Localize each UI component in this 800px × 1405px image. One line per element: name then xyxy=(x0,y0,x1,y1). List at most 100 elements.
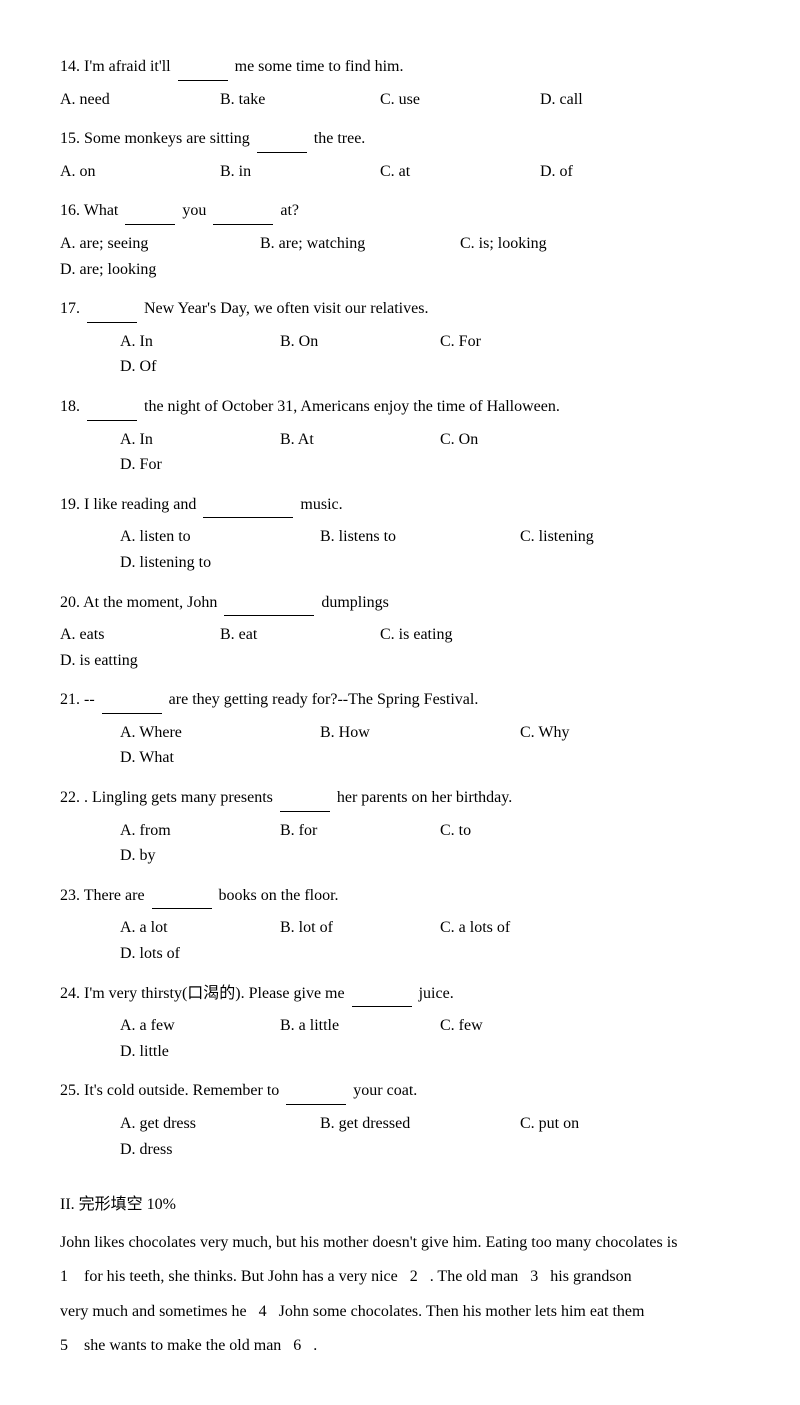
q17-options: A. In B. On C. For D. Of xyxy=(60,329,740,380)
q21-opt-d: D. What xyxy=(120,745,320,771)
q20-opt-b: B. eat xyxy=(220,622,380,648)
q15-rest: the tree. xyxy=(314,130,366,147)
q23-opt-b: B. lot of xyxy=(280,915,440,941)
q18-opt-a: A. In xyxy=(120,427,280,453)
passage-text-1: John likes chocolates very much, but his… xyxy=(60,1234,677,1251)
q21-opt-b: B. How xyxy=(320,720,520,746)
q18-text: 18. xyxy=(60,398,80,415)
q24-options: A. a few B. a little C. few D. little xyxy=(60,1013,740,1064)
blank-num-2: 2 xyxy=(410,1268,418,1285)
question-22: 22. . Lingling gets many presents her pa… xyxy=(60,785,740,812)
q22-opt-a: A. from xyxy=(120,818,280,844)
q25-opt-b: B. get dressed xyxy=(320,1111,520,1137)
q23-options: A. a lot B. lot of C. a lots of D. lots … xyxy=(60,915,740,966)
q15-blank xyxy=(257,126,307,153)
q20-opt-d: D. is eatting xyxy=(60,648,260,674)
question-18: 18. the night of October 31, Americans e… xyxy=(60,394,740,421)
q19-text: 19. I like reading and xyxy=(60,496,196,513)
q22-blank xyxy=(280,785,330,812)
question-25: 25. It's cold outside. Remember to your … xyxy=(60,1078,740,1105)
q18-blank xyxy=(87,394,137,421)
q22-options: A. from B. for C. to D. by xyxy=(60,818,740,869)
q16-blank1 xyxy=(125,198,175,225)
q19-options: A. listen to B. listens to C. listening … xyxy=(60,524,740,575)
q22-opt-b: B. for xyxy=(280,818,440,844)
q20-text: 20. At the moment, John xyxy=(60,594,217,611)
q14-options: A. need B. take C. use D. call xyxy=(60,87,740,113)
q14-text: 14. I'm afraid it'll xyxy=(60,58,171,75)
q14-opt-b: B. take xyxy=(220,87,380,113)
question-14: 14. I'm afraid it'll me some time to fin… xyxy=(60,54,740,81)
passage-line-2: 1 for his teeth, she thinks. But John ha… xyxy=(60,1262,740,1292)
q24-opt-c: C. few xyxy=(440,1013,600,1039)
q14-blank xyxy=(178,54,228,81)
passage-text-2: for his teeth, she thinks. But John has … xyxy=(84,1268,398,1285)
q18-opt-c: C. On xyxy=(440,427,600,453)
q24-opt-d: D. little xyxy=(120,1039,280,1065)
q16-opt-a: A. are; seeing xyxy=(60,231,260,257)
q16-text: 16. What xyxy=(60,202,118,219)
q24-rest: juice. xyxy=(419,985,454,1002)
question-16: 16. What you at? xyxy=(60,198,740,225)
q22-rest: her parents on her birthday. xyxy=(337,789,512,806)
q16-opt-d: D. are; looking xyxy=(60,257,260,283)
passage-text-3: . The old man xyxy=(430,1268,519,1285)
q15-opt-a: A. on xyxy=(60,159,220,185)
q16-blank2 xyxy=(213,198,273,225)
q16-options: A. are; seeing B. are; watching C. is; l… xyxy=(60,231,740,282)
q20-opt-a: A. eats xyxy=(60,622,220,648)
q17-rest: New Year's Day, we often visit our relat… xyxy=(144,300,428,317)
q23-opt-c: C. a lots of xyxy=(440,915,640,941)
q23-blank xyxy=(152,883,212,910)
q19-opt-a: A. listen to xyxy=(120,524,320,550)
blank-num-3: 3 xyxy=(530,1268,538,1285)
q21-blank xyxy=(102,687,162,714)
q17-blank xyxy=(87,296,137,323)
passage-text-8: . xyxy=(313,1337,317,1354)
q25-opt-d: D. dress xyxy=(120,1137,320,1163)
q24-opt-a: A. a few xyxy=(120,1013,280,1039)
question-19: 19. I like reading and music. xyxy=(60,492,740,519)
q21-opt-a: A. Where xyxy=(120,720,320,746)
passage-line-1: John likes chocolates very much, but his… xyxy=(60,1228,740,1258)
q24-text: 24. I'm very thirsty(口渴的). Please give m… xyxy=(60,985,345,1002)
blank-num-4: 4 xyxy=(259,1303,267,1320)
q20-rest: dumplings xyxy=(321,594,389,611)
q19-opt-b: B. listens to xyxy=(320,524,520,550)
q17-text: 17. xyxy=(60,300,80,317)
q23-rest: books on the floor. xyxy=(219,887,339,904)
q15-opt-b: B. in xyxy=(220,159,380,185)
passage-text-7: she wants to make the old man xyxy=(84,1337,281,1354)
q15-opt-c: C. at xyxy=(380,159,540,185)
q24-blank xyxy=(352,981,412,1008)
question-20: 20. At the moment, John dumplings xyxy=(60,590,740,617)
q19-blank xyxy=(203,492,293,519)
q19-opt-c: C. listening xyxy=(520,524,720,550)
passage-line-3: very much and sometimes he 4 John some c… xyxy=(60,1297,740,1327)
q24-opt-b: B. a little xyxy=(280,1013,440,1039)
passage-text-5: very much and sometimes he xyxy=(60,1303,247,1320)
section2-passage: John likes chocolates very much, but his… xyxy=(60,1228,740,1362)
q21-options: A. Where B. How C. Why D. What xyxy=(60,720,740,771)
q14-opt-d: D. call xyxy=(540,87,700,113)
q23-opt-a: A. a lot xyxy=(120,915,280,941)
q18-opt-b: B. At xyxy=(280,427,440,453)
passage-text-4: his grandson xyxy=(550,1268,631,1285)
blank-num-6: 6 xyxy=(293,1337,301,1354)
blank-num-1: 1 xyxy=(60,1268,68,1285)
q23-text: 23. There are xyxy=(60,887,145,904)
q16-opt-c: C. is; looking xyxy=(460,231,660,257)
q25-text: 25. It's cold outside. Remember to xyxy=(60,1082,279,1099)
blank-num-5: 5 xyxy=(60,1337,68,1354)
q21-opt-c: C. Why xyxy=(520,720,720,746)
q20-options: A. eats B. eat C. is eating D. is eattin… xyxy=(60,622,740,673)
q25-opt-c: C. put on xyxy=(520,1111,720,1137)
q16-opt-b: B. are; watching xyxy=(260,231,460,257)
q17-opt-a: A. In xyxy=(120,329,280,355)
q21-rest: are they getting ready for?--The Spring … xyxy=(169,691,479,708)
q14-opt-c: C. use xyxy=(380,87,540,113)
question-23: 23. There are books on the floor. xyxy=(60,883,740,910)
passage-line-4: 5 she wants to make the old man 6 . xyxy=(60,1331,740,1361)
q22-opt-c: C. to xyxy=(440,818,600,844)
q16-mid: you xyxy=(182,202,210,219)
